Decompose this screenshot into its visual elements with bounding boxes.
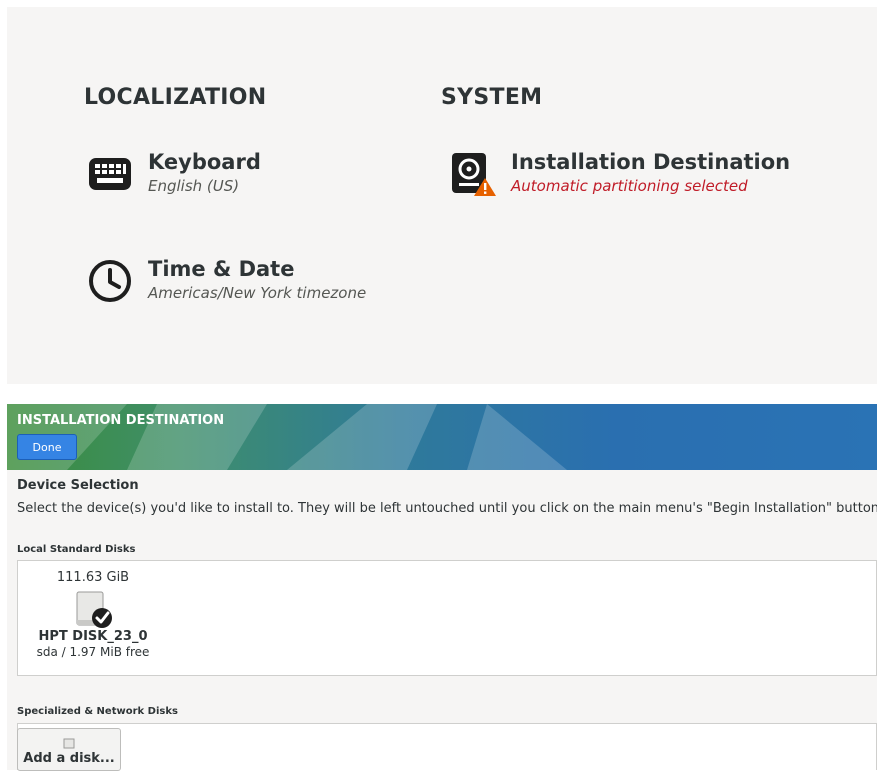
- add-disk-label: Add a disk...: [23, 751, 115, 766]
- add-disk-icon: [63, 738, 75, 749]
- system-heading: SYSTEM: [441, 85, 543, 110]
- localization-heading: LOCALIZATION: [84, 85, 267, 110]
- keyboard-spoke[interactable]: Keyboard English (US): [86, 150, 261, 198]
- network-disks-list: [17, 723, 877, 770]
- installation-destination-header: INSTALLATION DESTINATION Done: [7, 404, 877, 470]
- disk-item-sda[interactable]: 111.63 GiB HPT DISK_23_0 sda / 1.97 MiB …: [18, 561, 168, 659]
- harddisk-selected-icon: [18, 585, 168, 629]
- add-disk-button[interactable]: Add a disk...: [17, 728, 121, 771]
- installation-destination-spoke[interactable]: Installation Destination Automatic parti…: [449, 150, 790, 198]
- installation-destination-content: Device Selection Select the device(s) yo…: [7, 470, 877, 771]
- disk-size: 111.63 GiB: [56, 570, 130, 585]
- device-selection-heading: Device Selection: [17, 478, 139, 493]
- time-date-title: Time & Date: [148, 257, 295, 281]
- device-selection-description: Select the device(s) you'd like to insta…: [17, 501, 877, 516]
- local-disks-list: 111.63 GiB HPT DISK_23_0 sda / 1.97 MiB …: [17, 560, 877, 676]
- network-disks-heading: Specialized & Network Disks: [17, 706, 178, 717]
- keyboard-status: English (US): [148, 177, 240, 195]
- disk-free-space: sda / 1.97 MiB free: [36, 645, 150, 659]
- time-date-status: Americas/New York timezone: [148, 284, 367, 302]
- installation-destination-title: Installation Destination: [511, 150, 791, 174]
- local-disks-heading: Local Standard Disks: [17, 544, 136, 555]
- installation-summary-panel: LOCALIZATION SYSTEM Keyboard English (US…: [7, 7, 877, 384]
- keyboard-icon: [86, 150, 134, 198]
- time-date-spoke[interactable]: Time & Date Americas/New York timezone: [86, 257, 366, 305]
- clock-icon: [86, 257, 134, 305]
- installation-destination-status: Automatic partitioning selected: [511, 177, 748, 195]
- installation-destination-title-bar: INSTALLATION DESTINATION: [17, 413, 225, 428]
- keyboard-title: Keyboard: [148, 150, 261, 174]
- done-button[interactable]: Done: [17, 434, 77, 460]
- harddisk-warning-icon: [449, 150, 497, 198]
